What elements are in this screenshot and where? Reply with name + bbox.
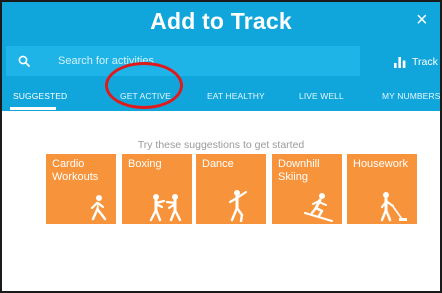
active-tab-indicator (10, 107, 56, 110)
tile-dance[interactable]: Dance (196, 154, 266, 224)
tile-label: Dance (202, 158, 234, 170)
category-tabs: SUGGESTED GET ACTIVE EAT HEALTHY LIVE WE… (2, 80, 440, 111)
tile-label: Downhill Skiing (278, 158, 320, 183)
search-icon (18, 55, 30, 67)
close-icon[interactable]: × (416, 10, 434, 30)
dancer-icon (228, 190, 248, 222)
boxing-icon (149, 194, 182, 222)
dialog-title: Add to Track (150, 8, 292, 34)
search-input[interactable] (58, 46, 358, 76)
add-to-track-dialog: Add to Track × Track SUGGESTED GET ACTIV… (0, 0, 442, 293)
suggestions-hint: Try these suggestions to get started (137, 139, 305, 151)
search-row: Track (2, 42, 440, 80)
tile-label: Housework (353, 158, 409, 170)
tile-housework[interactable]: Housework (347, 154, 417, 224)
tab-eat-healthy[interactable]: EAT HEALTHY (207, 91, 265, 101)
tab-get-active[interactable]: GET ACTIVE (120, 91, 171, 101)
walking-person-icon (90, 195, 107, 221)
vacuum-person-icon (380, 192, 407, 222)
skier-icon (304, 193, 333, 222)
tab-suggested[interactable]: SUGGESTED (13, 91, 67, 101)
search-box[interactable] (6, 46, 360, 76)
tile-cardio-workouts[interactable]: Cardio Workouts (46, 154, 116, 224)
tile-label: Cardio Workouts (52, 158, 99, 183)
tile-label: Boxing (128, 158, 162, 170)
bar-chart-icon (394, 56, 406, 68)
track-button-label: Track (412, 56, 438, 68)
tile-downhill-skiing[interactable]: Downhill Skiing (272, 154, 342, 224)
tab-my-numbers[interactable]: MY NUMBERS (382, 91, 440, 101)
tile-boxing[interactable]: Boxing (122, 154, 192, 224)
tab-live-well[interactable]: LIVE WELL (299, 91, 344, 101)
track-button[interactable]: Track (394, 54, 438, 70)
title-bar: Add to Track × (2, 2, 440, 42)
